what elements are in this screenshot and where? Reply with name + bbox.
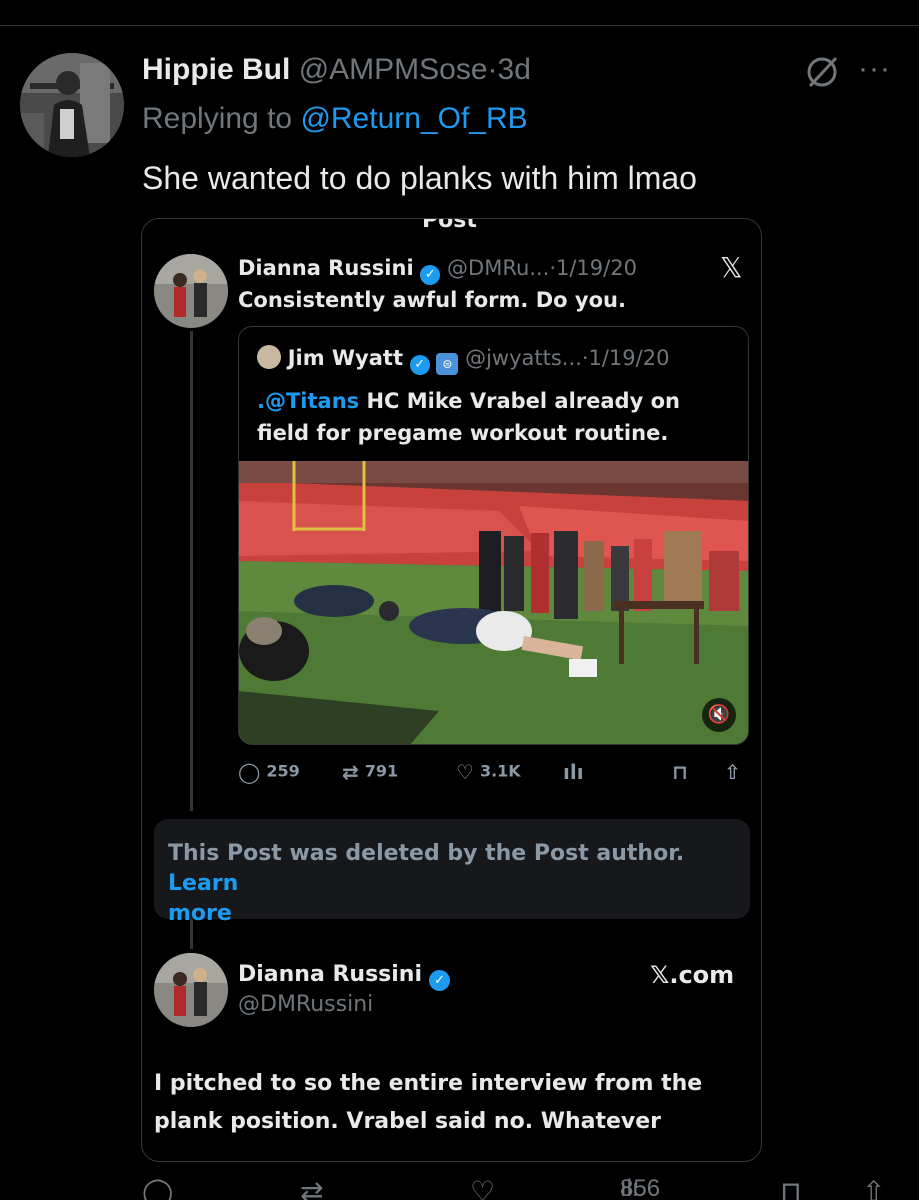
repost-count: 791 bbox=[364, 761, 399, 781]
learn-more-link-cont[interactable]: more bbox=[168, 901, 232, 926]
author-avatar[interactable] bbox=[20, 53, 124, 157]
verified-badge-icon: ✓ bbox=[429, 970, 451, 991]
tweet-action-bar: ◯ ⇄ ♡ ılı 856 ⊓ ⇧ bbox=[140, 1175, 900, 1200]
dianna-avatar[interactable] bbox=[154, 254, 228, 328]
verified-badge-icon: ✓ bbox=[409, 355, 430, 375]
quoted-text-line1: HC Mike Vrabel already on bbox=[359, 389, 680, 413]
header-separator: · bbox=[487, 53, 498, 86]
views-icon: ılı bbox=[563, 760, 584, 784]
stadium-video-frame bbox=[239, 461, 748, 744]
author-avatar-image bbox=[20, 53, 124, 157]
reply-action[interactable]: ◯ 259 bbox=[238, 760, 300, 784]
verified-badge-icon: ✓ bbox=[420, 265, 441, 285]
reply-icon[interactable]: ◯ bbox=[142, 1175, 173, 1200]
author-name[interactable]: Hippie Bul bbox=[142, 53, 290, 86]
post1-text: Consistently awful form. Do you. bbox=[238, 288, 626, 312]
grok-icon[interactable] bbox=[804, 54, 840, 90]
thread-line bbox=[190, 919, 193, 949]
x-logo-icon[interactable]: 𝕏 bbox=[720, 251, 743, 284]
quoted-header: Jim Wyatt ✓ ⊜ @jwyatts...·1/19/20 bbox=[257, 345, 669, 375]
replying-mention[interactable]: @Return_Of_RB bbox=[300, 102, 527, 135]
thread-line bbox=[190, 331, 193, 811]
quoted-text: .@Titans HC Mike Vrabel already on field… bbox=[257, 385, 680, 449]
x-com-source[interactable]: 𝕏.com bbox=[650, 961, 734, 989]
tweet-header: Hippie Bul @AMPMSose·3d bbox=[142, 52, 531, 88]
bookmark-icon[interactable]: ⊓ bbox=[780, 1175, 802, 1200]
like-action[interactable]: ♡ 3.1K bbox=[456, 760, 521, 784]
reply-count: 259 bbox=[266, 761, 300, 781]
cut-off-header: Post bbox=[422, 218, 477, 233]
quoted-video[interactable]: 🔇 bbox=[239, 461, 748, 744]
quoted-separator: · bbox=[581, 346, 589, 370]
like-count: 3.1K bbox=[479, 761, 521, 781]
titans-affiliation-icon: ⊜ bbox=[436, 353, 459, 375]
post1-author-name[interactable]: Dianna Russini bbox=[238, 256, 414, 280]
share-action[interactable]: ⇧ bbox=[724, 760, 747, 784]
deleted-text: This Post was deleted by the Post author… bbox=[168, 841, 685, 866]
post2-handle[interactable]: @DMRussini bbox=[238, 992, 373, 1017]
bookmark-action[interactable]: ⊓ bbox=[672, 760, 694, 784]
embedded-screenshot-card[interactable]: Post Dianna Russini ✓ @DMRu...·1/19/20 𝕏… bbox=[141, 218, 762, 1162]
share-icon: ⇧ bbox=[724, 760, 741, 784]
quoted-author-name[interactable]: Jim Wyatt bbox=[288, 346, 403, 370]
quoted-text-line2: field for pregame workout routine. bbox=[257, 421, 669, 445]
quoted-post[interactable]: Jim Wyatt ✓ ⊜ @jwyatts...·1/19/20 .@Tita… bbox=[238, 326, 749, 745]
replying-prefix: Replying to bbox=[142, 102, 293, 135]
jim-avatar[interactable] bbox=[257, 345, 281, 369]
dianna-avatar[interactable] bbox=[154, 953, 228, 1027]
post1-handle[interactable]: @DMRu... bbox=[447, 256, 549, 280]
quoted-handle[interactable]: @jwyatts... bbox=[465, 346, 582, 370]
repost-icon[interactable]: ⇄ bbox=[300, 1175, 323, 1200]
post2-text: I pitched to so the entire interview fro… bbox=[154, 1065, 702, 1141]
mute-icon[interactable]: 🔇 bbox=[702, 698, 736, 732]
post1-header: Dianna Russini ✓ @DMRu...·1/19/20 bbox=[238, 255, 637, 285]
repost-action[interactable]: ⇄ 791 bbox=[342, 760, 398, 784]
author-handle[interactable]: @AMPMSose bbox=[299, 53, 488, 86]
dianna-avatar-image bbox=[154, 254, 228, 328]
post-time[interactable]: 3d bbox=[498, 53, 531, 86]
share-icon[interactable]: ⇧ bbox=[862, 1175, 885, 1200]
views-count: 856 bbox=[620, 1175, 661, 1200]
top-divider bbox=[0, 0, 919, 26]
dianna-avatar-image bbox=[154, 953, 228, 1027]
quoted-date[interactable]: 1/19/20 bbox=[589, 346, 670, 370]
tweet-text: She wanted to do planks with him lmao bbox=[142, 160, 697, 196]
more-options-icon[interactable]: ··· bbox=[858, 52, 891, 86]
replying-to: Replying to @Return_Of_RB bbox=[142, 101, 528, 137]
quoted-mention[interactable]: .@Titans bbox=[257, 389, 359, 413]
post2-text-line2: plank position. Vrabel said no. Whatever bbox=[154, 1109, 662, 1134]
post2-header: Dianna Russini ✓ @DMRussini bbox=[238, 961, 451, 1019]
post1-date[interactable]: 1/19/20 bbox=[556, 256, 637, 280]
learn-more-link[interactable]: Learn bbox=[168, 871, 238, 896]
views-action[interactable]: ılı bbox=[563, 760, 590, 784]
bookmark-icon: ⊓ bbox=[672, 760, 688, 784]
reply-icon: ◯ bbox=[238, 760, 261, 784]
post2-text-line1: I pitched to so the entire interview fro… bbox=[154, 1071, 703, 1096]
post2-author-name[interactable]: Dianna Russini bbox=[238, 962, 422, 987]
repost-icon: ⇄ bbox=[342, 760, 359, 784]
heart-icon[interactable]: ♡ bbox=[470, 1175, 495, 1200]
heart-icon: ♡ bbox=[456, 760, 474, 784]
screenshot-action-bar: ◯ 259 ⇄ 791 ♡ 3.1K ılı ⊓ ⇧ bbox=[238, 760, 749, 786]
deleted-post-notice: This Post was deleted by the Post author… bbox=[154, 819, 750, 926]
post1-separator: · bbox=[549, 256, 556, 280]
